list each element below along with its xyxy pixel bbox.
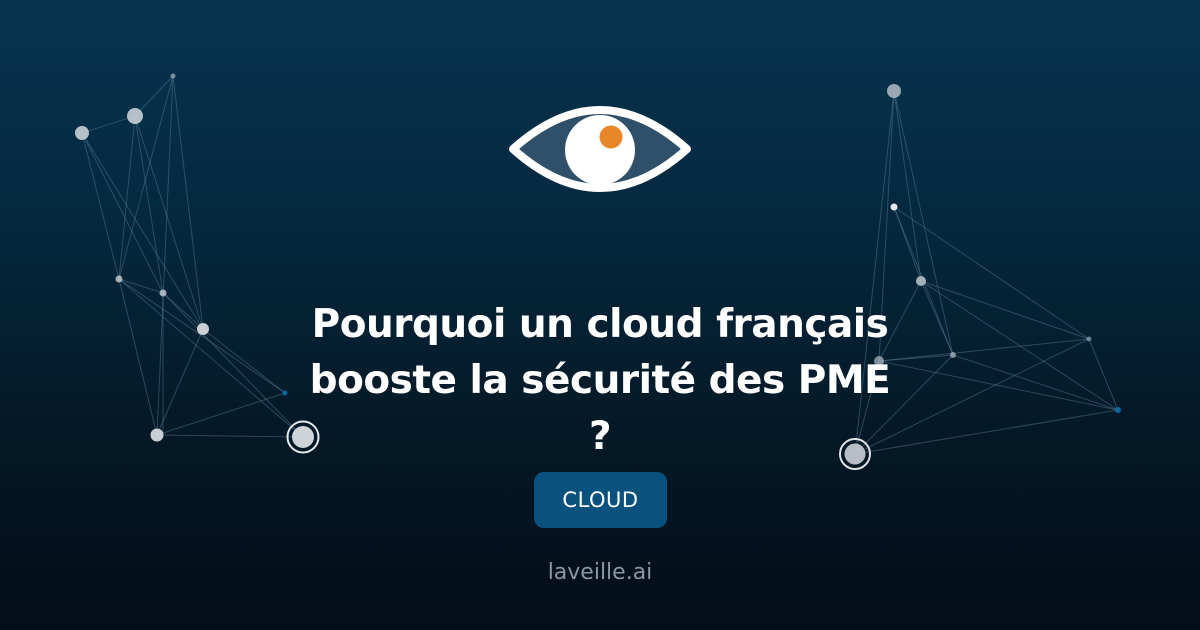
left-network <box>81 75 304 438</box>
category-badge[interactable]: CLOUD <box>534 472 667 528</box>
social-card: Pourquoi un cloud français booste la séc… <box>0 0 1200 630</box>
article-title: Pourquoi un cloud français booste la séc… <box>309 302 891 459</box>
eye-icon <box>509 106 691 192</box>
site-name: laveille.ai <box>547 560 653 585</box>
